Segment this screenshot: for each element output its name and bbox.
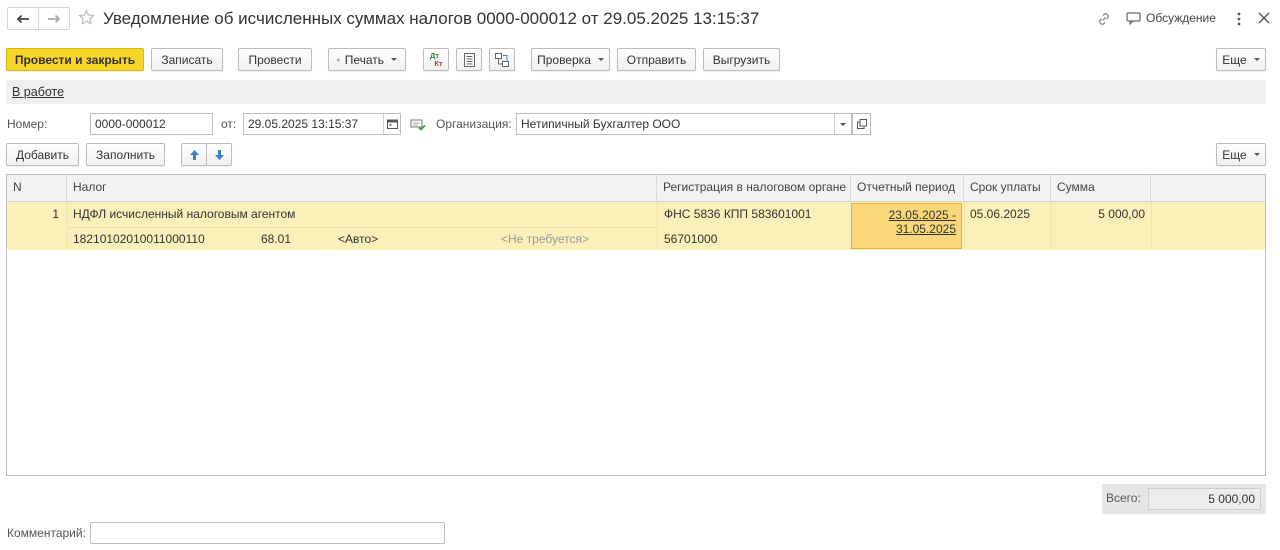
table-header: N Налог Регистрация в налоговом органе О… xyxy=(7,175,1265,202)
dt-kt-button[interactable]: Дт Кт xyxy=(423,48,449,71)
favorite-star-icon[interactable] xyxy=(78,9,95,29)
status-link[interactable]: В работе xyxy=(12,85,64,99)
arrow-right-icon xyxy=(48,14,61,23)
move-up-button[interactable] xyxy=(181,143,207,166)
organization-field[interactable]: Нетипичный Бухгалтер ООО xyxy=(516,113,852,135)
more-button[interactable]: Еще xyxy=(1216,48,1266,71)
structure-button[interactable] xyxy=(489,48,515,71)
table-more-button[interactable]: Еще xyxy=(1216,143,1266,166)
calendar-icon xyxy=(386,119,398,129)
chevron-down-icon xyxy=(1253,153,1260,156)
comment-field[interactable] xyxy=(90,522,445,544)
structure-icon xyxy=(495,52,509,67)
check-button[interactable]: Проверка xyxy=(531,48,610,71)
document-list-icon xyxy=(463,52,475,67)
window-title: Уведомление об исчисленных суммах налого… xyxy=(103,9,760,28)
print-label: Печать xyxy=(344,52,384,67)
due-date-cell[interactable]: 05.06.2025 xyxy=(970,207,1030,221)
chevron-down-icon xyxy=(1253,58,1260,61)
organization-label: Организация: xyxy=(436,117,512,131)
document-list-button[interactable] xyxy=(456,48,482,71)
chevron-down-icon xyxy=(391,58,397,61)
kt-label: Кт xyxy=(434,58,443,68)
fill-button[interactable]: Заполнить xyxy=(86,143,165,166)
row-divider xyxy=(67,227,657,228)
organization-value: Нетипичный Бухгалтер ООО xyxy=(521,117,681,131)
status-bar xyxy=(6,80,1266,104)
send-button[interactable]: Отправить xyxy=(617,48,696,71)
organization-dropdown-button[interactable] xyxy=(834,114,851,134)
column-amount[interactable]: Сумма xyxy=(1051,175,1151,202)
column-divider xyxy=(964,202,965,250)
comment-label: Комментарий: xyxy=(7,526,86,540)
printer-icon xyxy=(337,58,340,61)
column-due-date[interactable]: Срок уплаты xyxy=(964,175,1051,202)
account-cell[interactable]: 68.01 xyxy=(261,232,291,246)
kbk-cell[interactable]: 18210102010011000110 xyxy=(73,232,205,246)
discussion-label: Обсуждение xyxy=(1146,11,1216,25)
nav-buttons xyxy=(7,7,70,30)
move-down-button[interactable] xyxy=(206,143,232,166)
open-window-icon xyxy=(856,119,867,129)
more-label: Еще xyxy=(1222,52,1247,67)
close-icon[interactable] xyxy=(1257,11,1271,28)
oktmo-cell[interactable]: 56701000 xyxy=(664,232,717,246)
column-tax[interactable]: Налог xyxy=(67,175,657,202)
date-field[interactable]: 29.05.2025 13:15:37 xyxy=(243,113,401,135)
row-number: 1 xyxy=(52,207,59,221)
amount-cell[interactable]: 5 000,00 xyxy=(1051,207,1145,221)
organization-open-button[interactable] xyxy=(852,113,871,135)
column-period[interactable]: Отчетный период xyxy=(851,175,964,202)
date-label: от: xyxy=(221,117,237,131)
edit-with-check-icon[interactable] xyxy=(410,117,426,134)
chevron-down-icon xyxy=(840,122,846,126)
discussion-button[interactable]: Обсуждение xyxy=(1126,11,1216,25)
taxes-table: N Налог Регистрация в налоговом органе О… xyxy=(6,174,1266,476)
number-label: Номер: xyxy=(7,117,48,131)
forward-button[interactable] xyxy=(38,8,69,29)
export-button[interactable]: Выгрузить xyxy=(703,48,780,71)
date-value: 29.05.2025 13:15:37 xyxy=(248,117,359,131)
number-field[interactable]: 0000-000012 xyxy=(90,113,213,135)
tax-name-cell[interactable]: НДФЛ исчисленный налоговым агентом xyxy=(73,207,295,221)
post-and-close-button[interactable]: Провести и закрыть xyxy=(6,48,144,71)
arrow-left-icon xyxy=(16,14,29,23)
column-divider xyxy=(67,202,68,250)
total-value: 5 000,00 xyxy=(1148,488,1261,510)
period-end: 31.05.2025 xyxy=(895,222,956,236)
column-registration[interactable]: Регистрация в налоговом органе xyxy=(657,175,851,202)
total-label: Всего: xyxy=(1106,491,1141,505)
column-n[interactable]: N xyxy=(7,175,67,202)
calendar-button[interactable] xyxy=(383,114,400,134)
column-divider xyxy=(657,202,658,250)
period-start: 23.05.2025 - xyxy=(888,208,956,222)
arrow-down-icon xyxy=(214,149,224,160)
link-icon[interactable] xyxy=(1096,11,1112,30)
not-required-cell[interactable]: <Не требуется> xyxy=(501,232,589,246)
chat-icon xyxy=(1126,11,1141,25)
save-button[interactable]: Записать xyxy=(151,48,223,71)
dt-kt-icon: Дт Кт xyxy=(429,51,443,68)
table-more-label: Еще xyxy=(1222,147,1247,162)
registration-cell[interactable]: ФНС 5836 КПП 583601001 xyxy=(664,207,811,221)
add-row-button[interactable]: Добавить xyxy=(6,143,79,166)
column-divider xyxy=(1151,202,1152,250)
chevron-down-icon xyxy=(597,58,604,61)
analytics-auto-cell[interactable]: <Авто> xyxy=(338,232,378,246)
back-button[interactable] xyxy=(8,8,38,29)
print-button[interactable]: Печать xyxy=(328,48,406,71)
post-button[interactable]: Провести xyxy=(238,48,312,71)
arrow-up-icon xyxy=(189,149,199,160)
more-menu-icon[interactable] xyxy=(1232,10,1246,28)
check-label: Проверка xyxy=(537,52,591,67)
reporting-period-cell[interactable]: 23.05.2025 - 31.05.2025 xyxy=(851,203,962,249)
